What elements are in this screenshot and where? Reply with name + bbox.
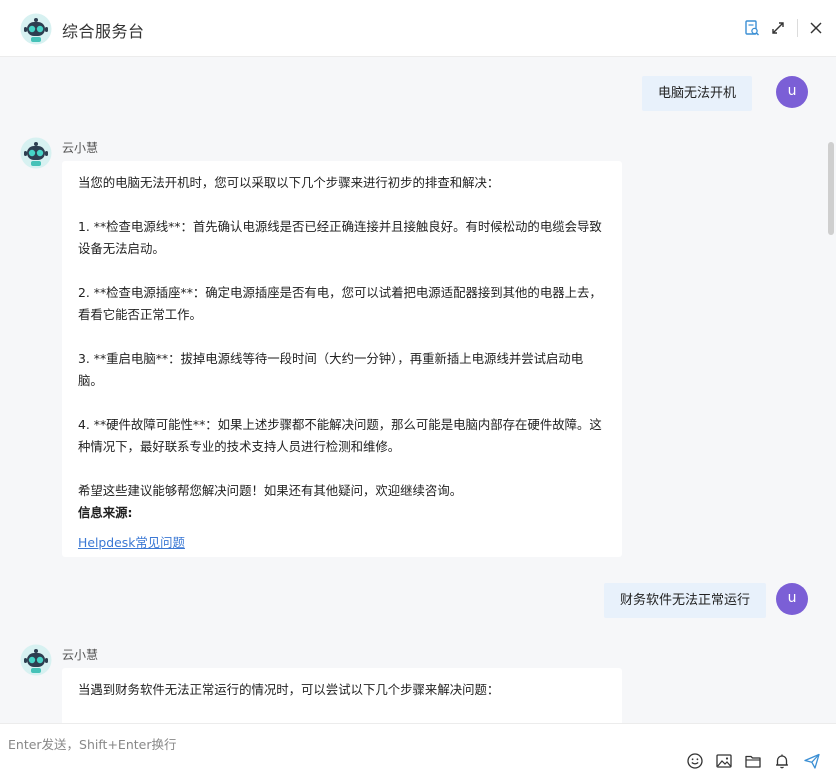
chat-messages[interactable]: 电脑无法开机 u 云小慧 当您的电脑无法开机时，您可以采取以下几个步骤来进行初步… (0, 57, 836, 723)
composer (0, 723, 836, 781)
scrollbar-thumb[interactable] (828, 142, 834, 235)
folder-icon[interactable] (744, 752, 762, 770)
page-title: 综合服务台 (62, 22, 145, 41)
bot-avatar (20, 137, 52, 169)
send-icon[interactable] (803, 752, 821, 770)
user-message: 财务软件无法正常运行 (603, 583, 766, 618)
bot-message: 当遇到财务软件无法正常运行的情况时，可以尝试以下几个步骤来解决问题： (62, 668, 622, 723)
bot-message: 当您的电脑无法开机时，您可以采取以下几个步骤来进行初步的排查和解决： 1. **… (62, 161, 622, 557)
message-paragraph: 当您的电脑无法开机时，您可以采取以下几个步骤来进行初步的排查和解决： (78, 175, 500, 190)
user-avatar: u (776, 583, 808, 615)
bot-name: 云小慧 (62, 648, 99, 662)
message-paragraph: 4. **硬件故障可能性**：如果上述步骤都不能解决问题，那么可能是电脑内部存在… (78, 417, 602, 454)
emoji-icon[interactable] (686, 752, 704, 770)
message-paragraph: 3. **重启电脑**：拔掉电源线等待一段时间（大约一分钟），再重新插上电源线并… (78, 351, 584, 388)
header-divider (797, 19, 798, 37)
source-label: 信息来源: (78, 505, 133, 520)
bell-icon[interactable] (773, 752, 791, 770)
source-link[interactable]: Helpdesk常见问题 (78, 532, 185, 554)
image-icon[interactable] (715, 752, 733, 770)
close-icon[interactable] (807, 19, 825, 37)
expand-icon[interactable] (769, 19, 787, 37)
bot-name: 云小慧 (62, 141, 99, 155)
user-message: 电脑无法开机 (641, 76, 752, 111)
bot-avatar (20, 644, 52, 676)
message-paragraph: 希望这些建议能够帮您解决问题！如果还有其他疑问，欢迎继续咨询。 (78, 483, 463, 498)
chat-window: 综合服务台 电脑无法开机 u 云小慧 当您的电脑无法开机时，您可以采取以下几个步… (0, 0, 836, 781)
header: 综合服务台 (0, 0, 836, 57)
message-paragraph: 1. **检查电源线**：首先确认电源线是否已经正确连接并且接触良好。有时候松动… (78, 219, 602, 256)
message-paragraph: 当遇到财务软件无法正常运行的情况时，可以尝试以下几个步骤来解决问题： (78, 682, 500, 697)
user-avatar: u (776, 76, 808, 108)
message-paragraph: 2. **检查电源插座**：确定电源插座是否有电，您可以试着把电源适配器接到其他… (78, 285, 602, 322)
message-input[interactable] (8, 734, 668, 754)
search-doc-icon[interactable] (743, 19, 761, 37)
robot-logo (20, 13, 52, 45)
